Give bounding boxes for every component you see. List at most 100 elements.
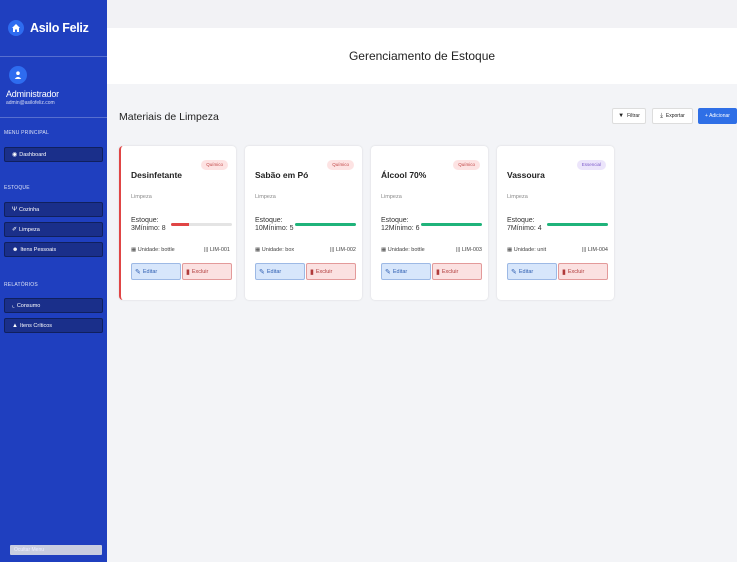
stock-progress-fill [171, 223, 190, 226]
sidebar-item-consumo[interactable]: ⌞ Consumo [4, 298, 103, 313]
users-icon: ☻ [12, 246, 19, 253]
add-button[interactable]: + Adicionar [698, 108, 737, 124]
box-icon: ▦ [381, 247, 387, 253]
sidebar-item-itens-pessoais[interactable]: ☻ Itens Pessoais [4, 242, 103, 257]
barcode-icon: ||| [581, 247, 587, 253]
stock-minimum: 7Mínimo: 4 [507, 225, 542, 232]
sidebar-item-cozinha[interactable]: Ψ Cozinha [4, 202, 103, 217]
item-unit: ▦ Unidade: unit [507, 247, 546, 253]
sidebar-item-label: Consumo [16, 302, 41, 309]
sidebar-item-label: Itens Críticos [19, 322, 53, 329]
delete-button[interactable]: ▮ Excluir [432, 263, 482, 280]
category-badge: Químico [327, 160, 354, 170]
delete-label: Excluir [315, 268, 333, 275]
filter-button[interactable]: ▼ Filtrar [612, 108, 646, 124]
sidebar-item-dashboard[interactable]: ◉ Dashboard [4, 147, 103, 162]
sidebar: Asilo Feliz Administrador admin@asilofel… [0, 0, 107, 562]
box-icon: ▦ [255, 247, 261, 253]
brand[interactable]: Asilo Feliz [8, 20, 89, 36]
stock-progress-bar [421, 223, 482, 226]
sidebar-item-label: Cozinha [19, 206, 40, 213]
sidebar-item-itens-criticos[interactable]: ▲ Itens Críticos [4, 318, 103, 333]
delete-button[interactable]: ▮ Excluir [558, 263, 608, 280]
sidebar-item-limpeza[interactable]: ✐ Limpeza [4, 222, 103, 237]
item-card[interactable]: Químico Álcool 70% Limpeza Estoque: 12Mí… [371, 146, 488, 300]
trash-icon: ▮ [186, 268, 190, 276]
edit-label: Editar [392, 268, 408, 275]
edit-icon: ✎ [259, 268, 265, 276]
item-card[interactable]: Químico Desinfetante Limpeza Estoque: 3M… [119, 146, 236, 300]
delete-label: Excluir [191, 268, 209, 275]
delete-button[interactable]: ▮ Excluir [306, 263, 356, 280]
stock-minimum: 12Mínimo: 6 [381, 225, 420, 232]
stock-label-line: Estoque: [131, 217, 159, 224]
chart-line-icon: ⌞ [12, 303, 15, 309]
sidebar-divider [0, 117, 107, 118]
add-label: + Adicionar [705, 113, 730, 119]
export-label: Exportar [665, 113, 685, 119]
dashboard-icon: ◉ [12, 152, 18, 158]
stock-progress-bar [295, 223, 356, 226]
box-icon: ▦ [507, 247, 513, 253]
collapse-menu-button[interactable]: Ocultar Menu [10, 545, 102, 555]
code-label: LIM-004 [587, 247, 608, 253]
stock-progress-fill [547, 223, 608, 226]
edit-label: Editar [266, 268, 282, 275]
item-title: Sabão em Pó [255, 170, 309, 180]
stock-progress-bar [171, 223, 232, 226]
stock-progress-fill [295, 223, 356, 226]
edit-button[interactable]: ✎ Editar [131, 263, 181, 280]
item-title: Vassoura [507, 170, 545, 180]
item-code: ||| LIM-001 [204, 247, 230, 253]
item-code: ||| LIM-004 [582, 247, 608, 253]
item-card[interactable]: Químico Sabão em Pó Limpeza Estoque: 10M… [245, 146, 362, 300]
edit-label: Editar [518, 268, 534, 275]
edit-button[interactable]: ✎ Editar [507, 263, 557, 280]
page-title: Gerenciamento de Estoque [348, 49, 496, 63]
edit-button[interactable]: ✎ Editar [381, 263, 431, 280]
item-card[interactable]: Essencial Vassoura Limpeza Estoque: 7Mín… [497, 146, 614, 300]
stock-label: Estoque: 10Mínimo: 5 [255, 217, 294, 233]
barcode-icon: ||| [203, 247, 209, 253]
delete-label: Excluir [441, 268, 459, 275]
item-unit: ▦ Unidade: bottle [381, 247, 425, 253]
delete-button[interactable]: ▮ Excluir [182, 263, 232, 280]
section-title: Materiais de Limpeza [119, 111, 219, 123]
code-label: LIM-002 [335, 247, 356, 253]
unit-label: Unidade: bottle [137, 247, 175, 253]
export-button[interactable]: ⤓ Exportar [652, 108, 693, 124]
broom-icon: ✐ [12, 227, 18, 233]
stock-label-line: Estoque: [255, 217, 283, 224]
stock-label-line: Estoque: [381, 217, 409, 224]
trash-icon: ▮ [310, 268, 314, 276]
item-unit: ▦ Unidade: box [255, 247, 294, 253]
box-icon: ▦ [131, 247, 137, 253]
edit-icon: ✎ [385, 268, 391, 276]
barcode-icon: ||| [329, 247, 335, 253]
stock-label-line: Estoque: [507, 217, 535, 224]
filter-icon: ▼ [618, 113, 625, 119]
category-badge: Químico [453, 160, 480, 170]
section-title-main-menu: MENU PRINCIPAL [4, 130, 49, 136]
edit-button[interactable]: ✎ Editar [255, 263, 305, 280]
item-code: ||| LIM-003 [456, 247, 482, 253]
barcode-icon: ||| [455, 247, 461, 253]
sidebar-item-label: Dashboard [19, 151, 47, 158]
stock-label: Estoque: 7Mínimo: 4 [507, 217, 542, 233]
category-badge: Químico [201, 160, 228, 170]
item-category: Limpeza [255, 194, 276, 200]
stock-progress-fill [421, 223, 482, 226]
user-name: Administrador [6, 89, 59, 99]
trash-icon: ▮ [436, 268, 440, 276]
stock-label: Estoque: 3Mínimo: 8 [131, 217, 166, 233]
download-icon: ⤓ [660, 112, 663, 119]
section-title-stock: ESTOQUE [4, 185, 30, 191]
stock-minimum: 10Mínimo: 5 [255, 225, 294, 232]
code-label: LIM-003 [461, 247, 482, 253]
delete-label: Excluir [567, 268, 585, 275]
edit-icon: ✎ [511, 268, 517, 276]
unit-label: Unidade: box [261, 247, 295, 253]
sidebar-item-label: Itens Pessoais [20, 246, 57, 253]
item-title: Desinfetante [131, 170, 183, 180]
item-category: Limpeza [381, 194, 402, 200]
